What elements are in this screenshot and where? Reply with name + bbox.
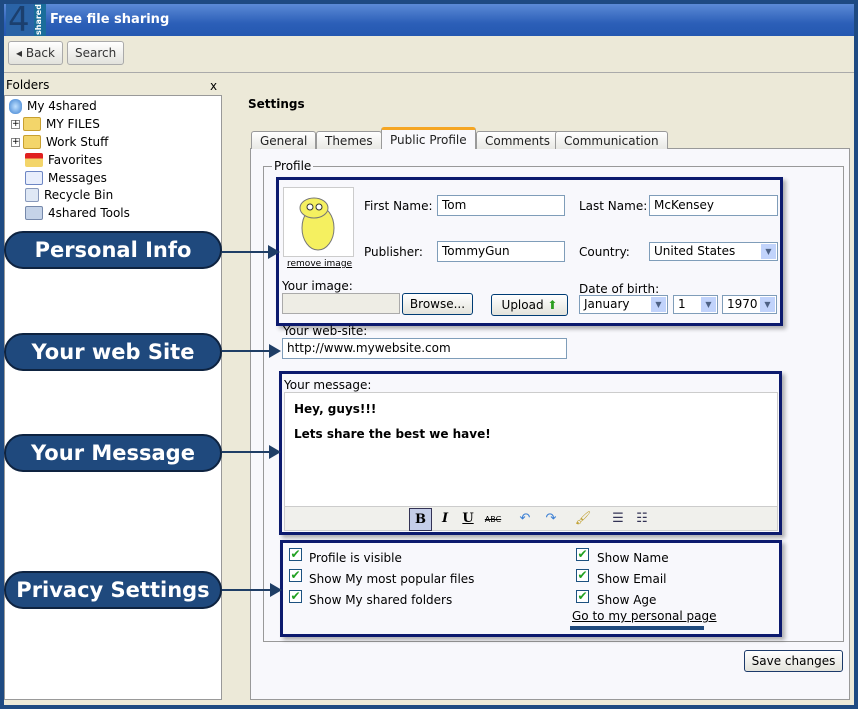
cat-avatar-icon [299, 197, 335, 251]
dob-day-select[interactable]: 1 ▼ [673, 295, 718, 314]
website-input[interactable]: http://www.mywebsite.com [282, 338, 567, 359]
undo-icon[interactable]: ↶ [515, 511, 535, 526]
chevron-down-icon: ▼ [760, 297, 775, 312]
bold-button[interactable]: B [409, 508, 432, 531]
expand-icon[interactable]: + [11, 137, 20, 147]
publisher-label: Publisher: [364, 245, 423, 259]
website-label: Your web-site: [283, 324, 368, 338]
first-name-input[interactable]: Tom [437, 195, 565, 216]
show-name-label: Show Name [597, 551, 669, 565]
dob-year-select[interactable]: 1970 ▼ [722, 295, 777, 314]
first-name-label: First Name: [364, 199, 433, 213]
popular-files-label: Show My most popular files [309, 572, 475, 586]
tree-item-work-stuff[interactable]: + Work Stuff [11, 133, 108, 151]
divider [4, 72, 854, 73]
callout-personal-info: Personal Info [4, 231, 222, 269]
tree-item-my-files[interactable]: + MY FILES [11, 115, 100, 133]
callout-message: Your Message [4, 434, 222, 472]
tools-icon [25, 206, 43, 220]
strikethrough-button[interactable]: ABC [483, 515, 503, 524]
folder-icon [23, 117, 41, 131]
show-email-label: Show Email [597, 572, 667, 586]
profile-legend: Profile [272, 159, 314, 173]
profile-visible-checkbox[interactable]: ✔ [289, 548, 302, 561]
messages-icon [25, 171, 43, 185]
tab-comments[interactable]: Comments [476, 131, 560, 149]
last-name-input[interactable]: McKensey [649, 195, 778, 216]
remove-image-link[interactable]: remove image [287, 259, 352, 269]
upload-button[interactable]: Upload ⬆ [491, 294, 568, 316]
shared-folders-checkbox[interactable]: ✔ [289, 590, 302, 603]
window-title: Free file sharing [50, 12, 170, 27]
callout-privacy: Privacy Settings [4, 571, 222, 609]
message-label: Your message: [284, 378, 372, 392]
image-file-input[interactable] [282, 293, 400, 314]
tab-general[interactable]: General [251, 131, 317, 149]
browse-button[interactable]: Browse... [402, 293, 473, 315]
show-age-label: Show Age [597, 593, 657, 607]
show-email-checkbox[interactable]: ✔ [576, 569, 589, 582]
show-age-checkbox[interactable]: ✔ [576, 590, 589, 603]
italic-button[interactable]: I [435, 511, 455, 526]
message-line-2: Lets share the best we have! [294, 427, 491, 441]
profile-visible-label: Profile is visible [309, 551, 402, 565]
save-changes-button[interactable]: Save changes [744, 650, 843, 672]
your-image-label: Your image: [282, 279, 353, 293]
personal-page-link[interactable]: Go to my personal page [572, 609, 717, 623]
close-sidebar-button[interactable]: x [210, 79, 217, 93]
last-name-label: Last Name: [579, 199, 648, 213]
dob-month-select[interactable]: January ▼ [579, 295, 668, 314]
dob-label: Date of birth: [579, 282, 660, 296]
country-select[interactable]: United States ▼ [649, 242, 778, 261]
arrow-icon [222, 583, 282, 597]
favorites-icon [25, 153, 43, 167]
drive-icon [9, 98, 22, 114]
popular-files-checkbox[interactable]: ✔ [289, 569, 302, 582]
profile-image [283, 187, 354, 257]
logo: 4 shared [6, 0, 46, 40]
link-underline-highlight [570, 626, 704, 630]
tree-item-messages[interactable]: Messages [25, 169, 107, 187]
tree-item-4shared-tools[interactable]: 4shared Tools [25, 204, 130, 222]
expand-icon[interactable]: + [11, 119, 20, 129]
show-name-checkbox[interactable]: ✔ [576, 548, 589, 561]
underline-button[interactable]: U [458, 511, 478, 526]
numbered-list-icon[interactable]: ☷ [632, 511, 652, 526]
folder-icon [23, 135, 41, 149]
tree-item-favorites[interactable]: Favorites [25, 151, 102, 169]
callout-website: Your web Site [4, 333, 222, 371]
bullet-list-icon[interactable]: ☰ [608, 511, 628, 526]
back-button[interactable]: ◂ Back [8, 41, 63, 65]
page-title: Settings [248, 97, 305, 111]
arrow-icon [222, 445, 281, 459]
tab-themes[interactable]: Themes [316, 131, 382, 149]
folders-header: Folders [6, 78, 50, 92]
redo-icon[interactable]: ↷ [541, 511, 561, 526]
chevron-down-icon: ▼ [761, 244, 776, 259]
shared-folders-label: Show My shared folders [309, 593, 453, 607]
arrow-icon [222, 245, 280, 259]
tab-communication[interactable]: Communication [555, 131, 668, 149]
upload-arrow-icon: ⬆ [547, 298, 558, 312]
title-bar: 4 shared Free file sharing [4, 0, 854, 40]
search-button[interactable]: Search [67, 41, 125, 65]
clear-format-brush-icon[interactable]: 🖌 [573, 511, 593, 526]
chevron-down-icon: ▼ [651, 297, 666, 312]
message-line-1: Hey, guys!!! [294, 402, 377, 416]
publisher-input[interactable]: TommyGun [437, 241, 565, 262]
folder-tree: My 4shared + MY FILES + Work Stuff Favorit… [4, 95, 222, 700]
arrow-icon [222, 344, 281, 358]
chevron-down-icon: ▼ [701, 297, 716, 312]
tree-item-recycle-bin[interactable]: Recycle Bin [25, 186, 113, 204]
tab-public-profile[interactable]: Public Profile [381, 127, 476, 149]
tree-item-my4shared[interactable]: My 4shared [9, 97, 97, 115]
country-label: Country: [579, 245, 630, 259]
recycle-bin-icon [25, 188, 39, 202]
